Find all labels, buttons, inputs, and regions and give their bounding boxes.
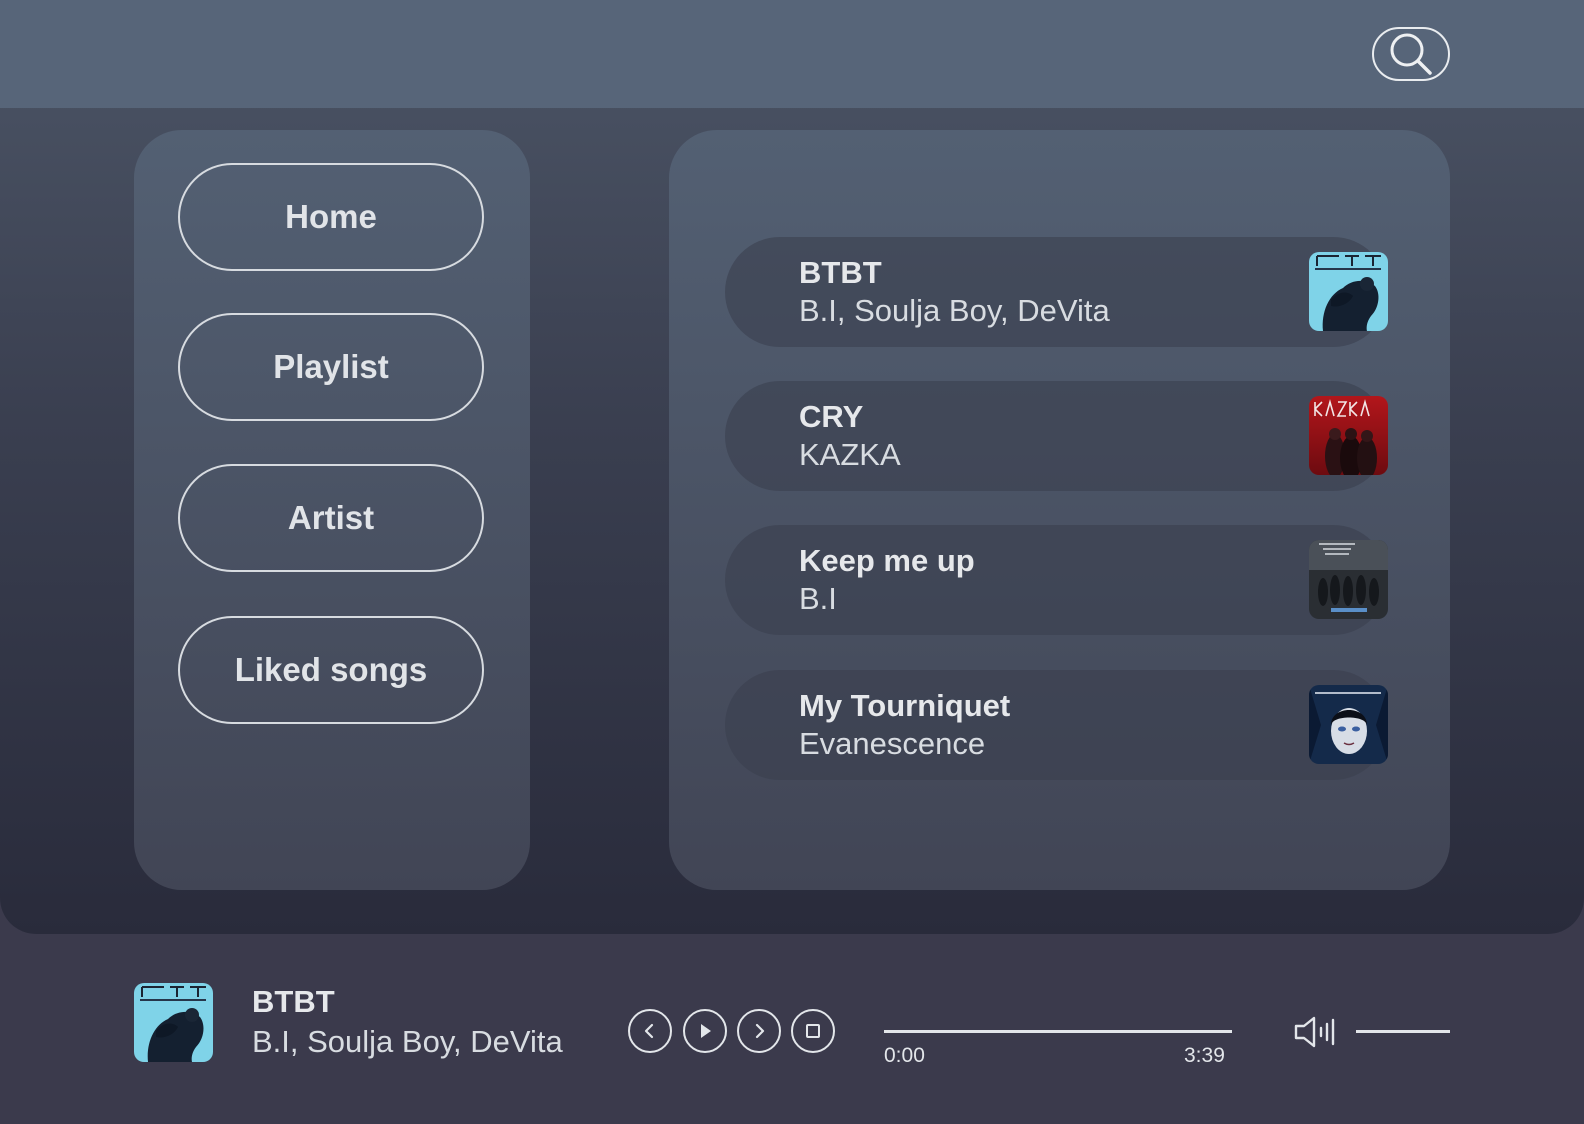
song-title: BTBT bbox=[799, 255, 882, 290]
nav-liked-songs-button[interactable]: Liked songs bbox=[178, 616, 484, 724]
play-button[interactable] bbox=[683, 1009, 727, 1053]
previous-button[interactable] bbox=[628, 1009, 672, 1053]
stop-button[interactable] bbox=[791, 1009, 835, 1053]
main-area: Home Playlist Artist Liked songs BTBT B.… bbox=[0, 0, 1584, 934]
album-cover bbox=[1309, 396, 1388, 475]
song-list-panel: BTBT B.I, Soulja Boy, DeVita CRY KAZKA K… bbox=[669, 130, 1450, 890]
song-item[interactable]: My Tourniquet Evanescence bbox=[725, 670, 1388, 780]
nav-playlist-button[interactable]: Playlist bbox=[178, 313, 484, 421]
search-button[interactable] bbox=[1372, 27, 1450, 81]
previous-icon bbox=[644, 1023, 654, 1039]
player-bar: BTBT B.I, Soulja Boy, DeVita 0:00 3:39 bbox=[0, 934, 1584, 1124]
search-icon bbox=[1390, 33, 1432, 75]
current-time: 0:00 bbox=[884, 1044, 925, 1067]
song-item[interactable]: Keep me up B.I bbox=[725, 525, 1388, 635]
now-playing-artist: B.I, Soulja Boy, DeVita bbox=[252, 1024, 563, 1059]
song-title: My Tourniquet bbox=[799, 688, 1011, 723]
now-playing-title: BTBT bbox=[252, 984, 335, 1019]
sidebar: Home Playlist Artist Liked songs bbox=[134, 130, 530, 890]
progress-bar[interactable] bbox=[884, 1030, 1232, 1033]
next-icon bbox=[755, 1023, 765, 1039]
song-artist: B.I bbox=[799, 581, 837, 616]
album-cover bbox=[1309, 252, 1388, 331]
total-time: 3:39 bbox=[1184, 1044, 1225, 1067]
next-button[interactable] bbox=[737, 1009, 781, 1053]
volume-slider[interactable] bbox=[1356, 1030, 1450, 1033]
stop-icon bbox=[806, 1024, 820, 1038]
song-item[interactable]: CRY KAZKA bbox=[725, 381, 1388, 491]
volume-button[interactable] bbox=[1292, 1014, 1340, 1050]
song-item[interactable]: BTBT B.I, Soulja Boy, DeVita bbox=[725, 237, 1388, 347]
song-artist: B.I, Soulja Boy, DeVita bbox=[799, 293, 1110, 328]
volume-icon bbox=[1294, 1016, 1335, 1048]
song-artist: KAZKA bbox=[799, 437, 901, 472]
song-title: CRY bbox=[799, 399, 864, 434]
nav-home-button[interactable]: Home bbox=[178, 163, 484, 271]
song-artist: Evanescence bbox=[799, 726, 986, 761]
play-icon bbox=[701, 1024, 711, 1038]
nav-artist-button[interactable]: Artist bbox=[178, 464, 484, 572]
now-playing-cover bbox=[134, 983, 213, 1062]
top-bar bbox=[0, 0, 1584, 108]
song-title: Keep me up bbox=[799, 543, 975, 578]
album-cover bbox=[1309, 540, 1388, 619]
album-cover bbox=[1309, 685, 1388, 764]
